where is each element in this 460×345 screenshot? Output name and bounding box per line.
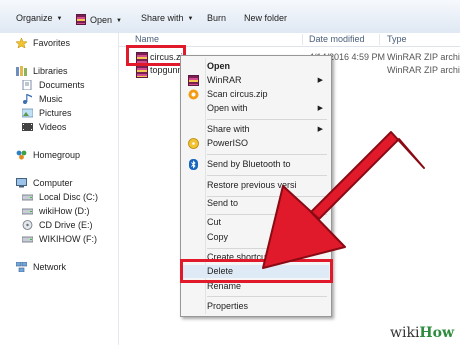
red-arrow-shape (262, 131, 425, 269)
red-arrow-graphic (262, 131, 425, 269)
wikihow-watermark: wikiHow (390, 324, 454, 342)
watermark-how: How (419, 325, 455, 341)
watermark-wiki: wiki (390, 325, 420, 341)
